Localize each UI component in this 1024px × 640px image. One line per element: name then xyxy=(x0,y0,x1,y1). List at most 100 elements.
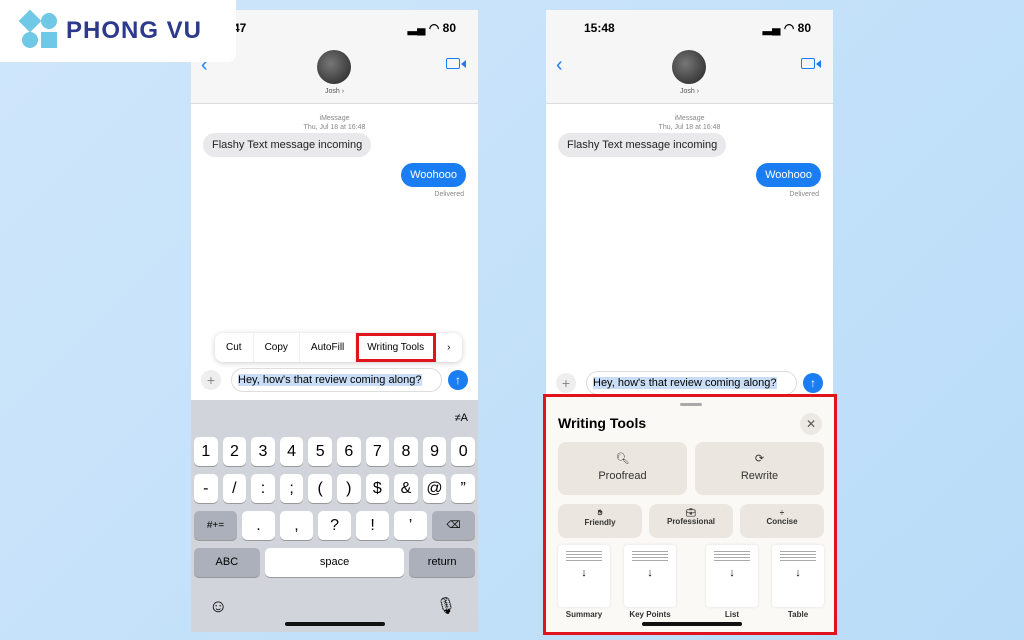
menu-copy[interactable]: Copy xyxy=(254,333,300,362)
send-arrow-icon[interactable]: ↑ xyxy=(803,373,823,393)
close-icon[interactable]: ✕ xyxy=(800,413,822,435)
edit-menu: Cut Copy AutoFill Writing Tools › xyxy=(215,333,462,362)
writing-tools-panel: Writing Tools ✕ 🔍︎ Proofread ⟳ Rewrite ✋︎ F… xyxy=(543,394,837,635)
arrow-down-icon: ↓ xyxy=(795,567,801,579)
keyboard-key[interactable]: 9 xyxy=(422,437,447,466)
arrow-down-icon: ↓ xyxy=(729,567,735,579)
phone-left: :47 ▂▄ ◠ 80 ‹ Josh › iMessage Thu, Jul 18 … xyxy=(191,10,478,632)
clock: 15:48 xyxy=(584,21,615,35)
arrow-down-icon: ↓ xyxy=(581,567,587,579)
avatar[interactable] xyxy=(672,50,706,84)
keyboard-key[interactable]: 7 xyxy=(365,437,390,466)
key-points-card[interactable]: ↓ xyxy=(624,545,676,607)
battery: ▂▄ ◠ 80 xyxy=(762,21,811,35)
key-abc[interactable]: ABC xyxy=(194,548,260,577)
video-call-icon[interactable] xyxy=(801,58,821,69)
incoming-message: Flashy Text message incoming xyxy=(203,133,372,157)
keyboard-key[interactable]: @ xyxy=(422,474,447,503)
microphone-icon[interactable]: 🎙 xyxy=(436,596,456,616)
timestamp: Thu, Jul 18 at 16:48 xyxy=(658,124,721,131)
keyboard-key[interactable]: ’ xyxy=(394,511,428,540)
status-bar: 15:48 ▂▄ ◠ 80 xyxy=(546,10,833,46)
panel-title: Writing Tools xyxy=(558,415,647,431)
avatar[interactable] xyxy=(317,50,351,84)
conversation-header: ‹ Josh › xyxy=(546,46,833,104)
timestamp: Thu, Jul 18 at 16:48 xyxy=(303,124,366,131)
list-card[interactable]: ↓ xyxy=(706,545,758,607)
magnifier-icon: 🔍︎ xyxy=(615,453,630,465)
hand-icon: ✋︎ xyxy=(597,508,603,517)
keyboard-key[interactable]: ; xyxy=(279,474,304,503)
emoji-icon[interactable]: ☺ xyxy=(209,596,227,617)
keyboard-key[interactable]: , xyxy=(279,511,313,540)
battery: ▂▄ ◠ 80 xyxy=(407,21,456,35)
list-label: List xyxy=(724,610,740,619)
outgoing-message: Woohooo xyxy=(401,163,466,187)
keyboard-key[interactable]: - xyxy=(194,474,218,503)
proofread-button[interactable]: 🔍︎ Proofread xyxy=(558,442,687,495)
delivered-status: Delivered xyxy=(789,191,819,198)
key-points-label: Key Points xyxy=(629,610,671,619)
compose-row: + Hey, how's that review coming along? ↑ xyxy=(191,365,478,395)
message-input[interactable]: Hey, how's that review coming along? xyxy=(231,368,442,392)
menu-more-chevron-icon[interactable]: › xyxy=(436,333,461,362)
keyboard-key[interactable]: 1 xyxy=(194,437,218,466)
back-chevron-icon[interactable]: ‹ xyxy=(556,54,563,77)
keyboard-key[interactable]: ⌫ xyxy=(432,511,476,540)
keyboard-key[interactable]: ( xyxy=(308,474,332,503)
briefcase-icon: 💼︎ xyxy=(685,508,697,517)
keyboard-key[interactable]: & xyxy=(394,474,418,503)
service-label: iMessage xyxy=(319,115,350,122)
incoming-message: Flashy Text message incoming xyxy=(558,133,727,157)
plus-icon[interactable]: + xyxy=(201,370,221,390)
keyboard-key[interactable]: 6 xyxy=(336,437,361,466)
menu-cut[interactable]: Cut xyxy=(215,333,254,362)
key-space[interactable]: space xyxy=(264,548,405,577)
divide-icon: ÷ xyxy=(779,508,785,517)
keyboard-key[interactable]: 0 xyxy=(451,437,475,466)
contact-name[interactable]: Josh › xyxy=(546,88,833,95)
outgoing-message: Woohooo xyxy=(756,163,821,187)
concise-button[interactable]: ÷ Concise xyxy=(740,504,824,538)
rewrite-button[interactable]: ⟳ Rewrite xyxy=(695,442,824,495)
key-return[interactable]: return xyxy=(409,548,476,577)
keyboard-key[interactable]: ! xyxy=(356,511,390,540)
keyboard-key[interactable]: : xyxy=(251,474,275,503)
logo-text: PHONG VU xyxy=(66,17,203,44)
keyboard-key[interactable]: 2 xyxy=(222,437,247,466)
service-label: iMessage xyxy=(674,115,705,122)
table-card[interactable]: ↓ xyxy=(772,545,824,607)
friendly-button[interactable]: ✋︎ Friendly xyxy=(558,504,642,538)
keyboard-key[interactable]: $ xyxy=(365,474,390,503)
drag-handle[interactable] xyxy=(680,403,702,406)
format-icon[interactable]: ≠A xyxy=(455,412,468,424)
home-indicator xyxy=(642,622,742,626)
keyboard-key[interactable]: ? xyxy=(318,511,352,540)
contact-name[interactable]: Josh › xyxy=(191,88,478,95)
keyboard: ≠A 1234567890 - /:;() $ & @” #+=.,?!’ ⌫ ABC s… xyxy=(191,400,478,632)
menu-autofill[interactable]: AutoFill xyxy=(300,333,357,362)
send-arrow-icon[interactable]: ↑ xyxy=(448,370,468,390)
keyboard-key[interactable]: ” xyxy=(451,474,475,503)
keyboard-key[interactable]: 8 xyxy=(394,437,418,466)
plus-icon[interactable]: + xyxy=(556,373,576,393)
delivered-status: Delivered xyxy=(434,191,464,198)
rewrite-icon: ⟳ xyxy=(754,453,765,465)
keyboard-key[interactable]: 4 xyxy=(279,437,304,466)
video-call-icon[interactable] xyxy=(446,58,466,69)
keyboard-key[interactable]: #+= xyxy=(194,511,237,540)
keyboard-key[interactable]: / xyxy=(222,474,247,503)
keyboard-key[interactable]: 5 xyxy=(308,437,332,466)
menu-writing-tools[interactable]: Writing Tools xyxy=(356,333,437,362)
table-label: Table xyxy=(787,610,809,619)
keyboard-key[interactable]: . xyxy=(241,511,275,540)
home-indicator xyxy=(285,622,385,626)
message-input[interactable]: Hey, how's that review coming along? xyxy=(586,371,797,395)
professional-button[interactable]: 💼︎ Professional xyxy=(649,504,733,538)
summary-card[interactable]: ↓ xyxy=(558,545,610,607)
phong-vu-logo: PHONG VU xyxy=(0,0,236,62)
arrow-down-icon: ↓ xyxy=(647,567,653,579)
keyboard-key[interactable]: 3 xyxy=(251,437,275,466)
keyboard-key[interactable]: ) xyxy=(336,474,361,503)
summary-label: Summary xyxy=(565,610,603,619)
